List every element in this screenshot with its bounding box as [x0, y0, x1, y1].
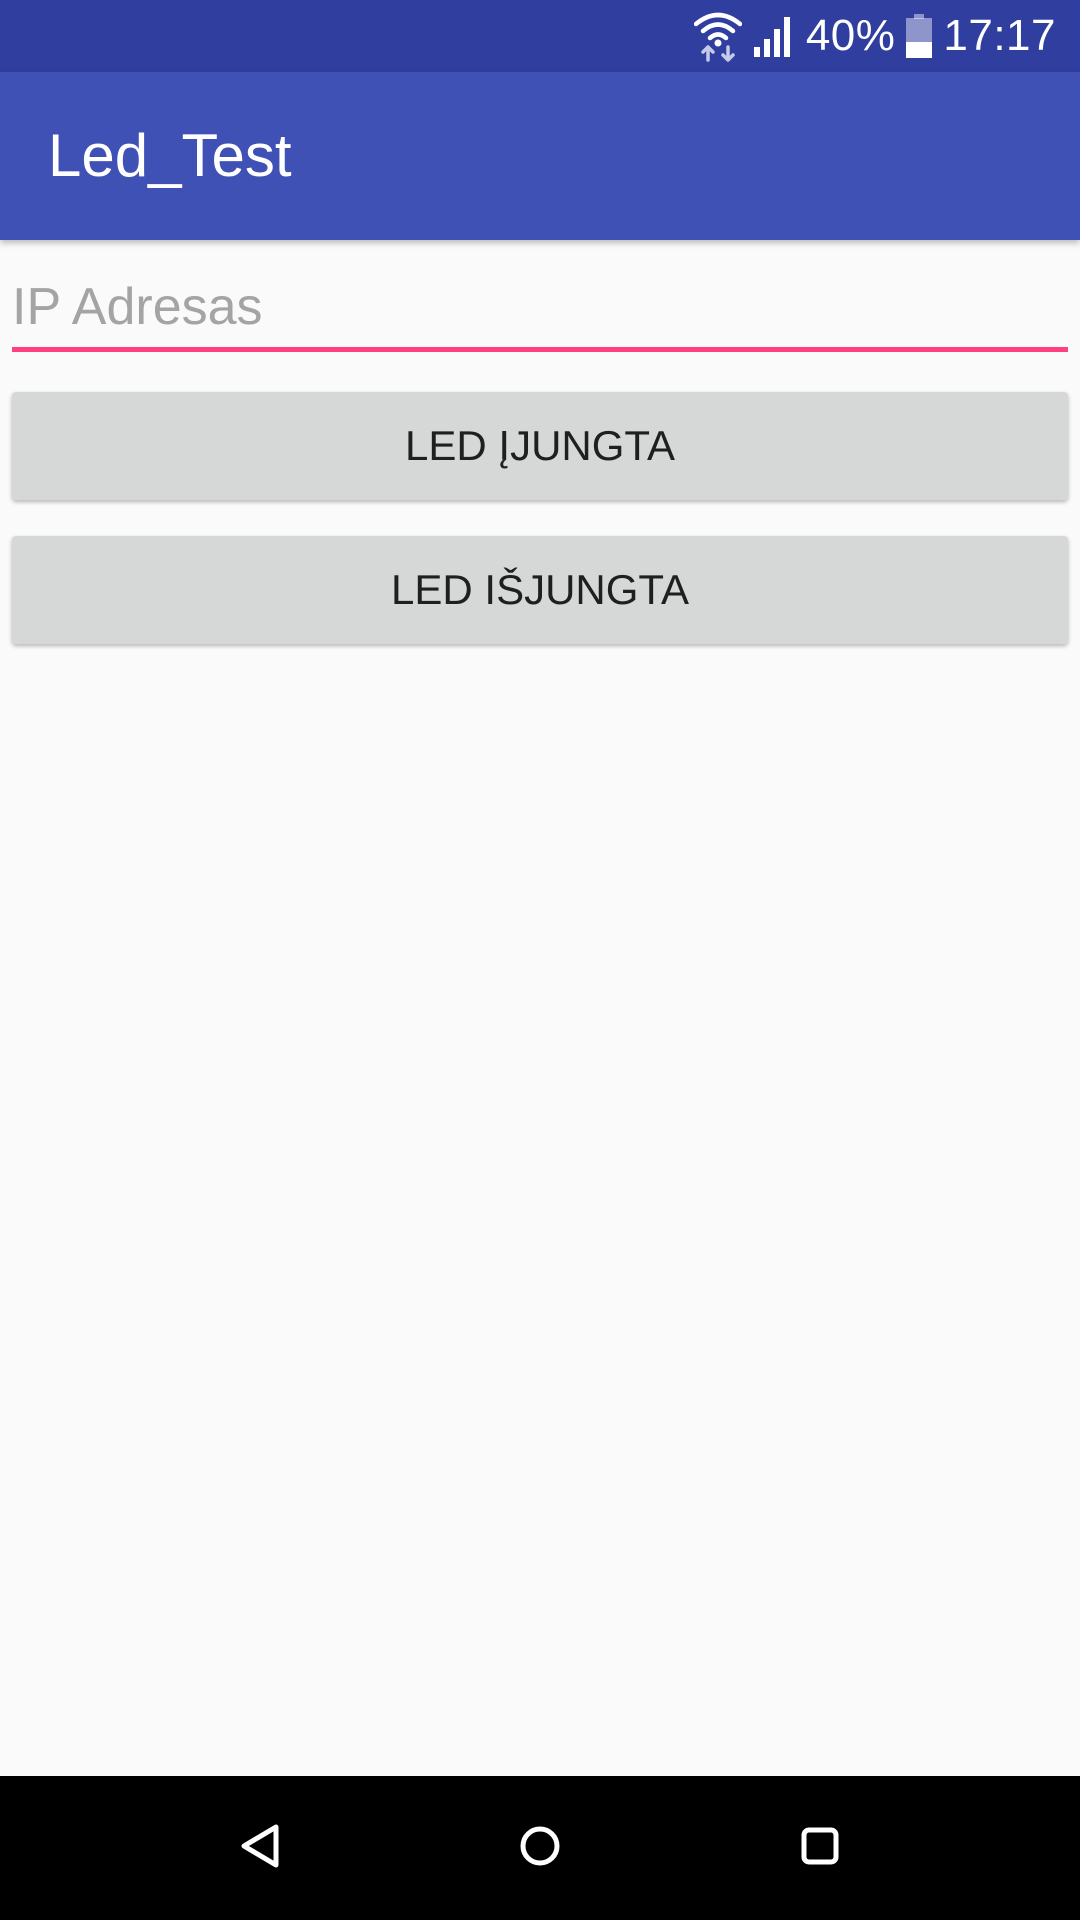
navigation-bar — [0, 1776, 1080, 1920]
led-off-button[interactable]: LED IŠJUNGTA — [12, 536, 1068, 644]
recents-button[interactable] — [784, 1812, 856, 1884]
app-title: Led_Test — [48, 122, 292, 189]
back-button[interactable] — [224, 1812, 296, 1884]
app-bar: Led_Test — [0, 72, 1080, 240]
ip-address-input[interactable] — [12, 272, 1068, 352]
led-on-button[interactable]: LED ĮJUNGTA — [12, 392, 1068, 500]
battery-percent: 40% — [805, 11, 896, 60]
status-time: 17:17 — [943, 11, 1056, 60]
wifi-icon — [693, 10, 742, 62]
signal-icon — [752, 13, 796, 59]
recents-icon — [800, 1826, 840, 1871]
back-icon — [238, 1822, 282, 1875]
status-icons: 40% 17:17 — [693, 0, 1056, 72]
home-icon — [518, 1824, 562, 1873]
status-bar: 40% 17:17 — [0, 0, 1080, 72]
battery-icon — [905, 13, 933, 59]
home-button[interactable] — [504, 1812, 576, 1884]
